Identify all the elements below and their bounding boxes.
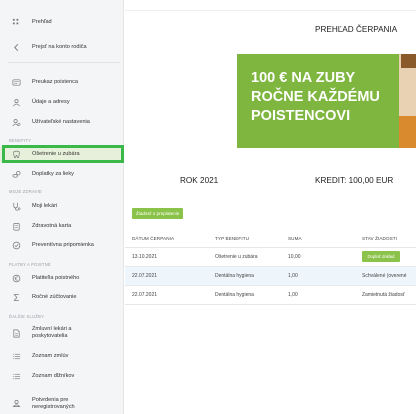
sidebar-item-label: Ročné zúčtovanie <box>32 293 77 300</box>
top-divider <box>125 10 416 11</box>
cell-type: Dentálna hygiena <box>215 292 254 298</box>
sidebar-item-health-card[interactable]: Zdravotná karta <box>0 221 124 231</box>
sidebar-item-personal-data[interactable]: Údaje a adresy <box>0 97 124 107</box>
sidebar-item-drug-copay[interactable]: Doplatky za lieky <box>0 169 124 179</box>
divider <box>8 62 120 63</box>
euro-icon <box>11 273 21 283</box>
column-header-date[interactable]: DÁTUM ČERPANIA <box>132 236 174 241</box>
list-icon <box>11 371 21 381</box>
clipboard-icon <box>11 221 21 231</box>
sidebar-item-label: Užívateľské nastavenia <box>32 118 90 125</box>
year-label: ROK 2021 <box>180 176 219 185</box>
sidebar-item-label: Údaje a adresy <box>32 98 70 105</box>
selection-highlight <box>2 145 124 163</box>
list-icon <box>11 351 21 361</box>
banner-child-hair <box>401 54 416 68</box>
cell-amount: 10,00 <box>288 254 301 260</box>
sidebar-item-label: Platiteľia poistného <box>32 274 80 281</box>
sidebar-item-contract-doctors[interactable]: Zmluvní lekári a poskytovatelia <box>0 325 124 341</box>
sidebar-item-label: Zmluvní lekári a <box>32 326 72 332</box>
sidebar-item-label: Preukaz poistenca <box>32 78 79 85</box>
grid-icon <box>11 17 21 27</box>
cell-amount: 1,00 <box>288 292 298 298</box>
user-doc-icon <box>11 398 21 408</box>
sidebar-item-label: Doplatky za lieky <box>32 170 74 177</box>
user-icon <box>11 97 21 107</box>
cell-type: Ošetrenie u zubára <box>215 254 258 260</box>
cell-amount: 1,00 <box>288 273 298 279</box>
section-heading: BENEFITY <box>9 138 32 143</box>
sidebar-item-label: Zoznam zmlúv <box>32 352 69 359</box>
sidebar-item-annual-settlement[interactable]: Ročné zúčtovanie <box>0 292 124 302</box>
sidebar-item-label-line2: neregistrovaných <box>32 404 75 410</box>
sidebar-item-user-settings[interactable]: Užívateľské nastavenia <box>0 117 124 127</box>
section-heading: ĎALŠIE SLUŽBY <box>9 314 44 319</box>
chevron-left-icon <box>11 42 21 52</box>
user-settings-icon <box>11 117 21 127</box>
section-heading: PLATBY A POISTNÉ <box>9 262 51 267</box>
banner-line-2: ROČNE KAŽDÉMU <box>251 89 380 105</box>
row-divider <box>125 304 416 305</box>
sidebar-item-label: Preventívna pripomienka <box>32 241 94 248</box>
sidebar-item-certificates[interactable]: Potvrdenia pre neregistrovaných <box>0 396 124 412</box>
sidebar-item-contract-list[interactable]: Zoznam zmlúv <box>0 351 124 361</box>
table-row[interactable]: 13.10.2021 Ošetrenie u zubára 10,00 Dopl… <box>125 248 416 266</box>
cell-status: Schválené (overené <box>362 273 407 279</box>
page-title: PREHĽAD ČERPANIA <box>315 25 398 34</box>
column-header-amount[interactable]: SUMA <box>288 236 302 241</box>
sidebar-item-label-line2: poskytovatelia <box>32 333 68 339</box>
shield-check-icon <box>11 240 21 250</box>
sidebar-item-parent-account[interactable]: Prejsť na konto rodiča <box>0 42 124 52</box>
sidebar-item-premium-payer[interactable]: Platiteľia poistného <box>0 273 124 283</box>
column-header-type[interactable]: TYP BENEFITU <box>215 236 249 241</box>
sidebar-item-prevention-reminder[interactable]: Preventívna pripomienka <box>0 240 124 250</box>
add-document-button[interactable]: Doplniť doklad <box>362 251 400 262</box>
banner-text: 100 € NA ZUBY ROČNE KAŽDÉMU POISTENCOVI <box>251 69 380 126</box>
cell-date: 13.10.2021 <box>132 254 158 260</box>
promo-banner[interactable]: 100 € NA ZUBY ROČNE KAŽDÉMU POISTENCOVI <box>237 54 416 148</box>
sidebar-item-debtors-list[interactable]: Zoznam dlžníkov <box>0 371 124 381</box>
cell-status: Zamietnutá žiadosť <box>362 292 405 298</box>
sidebar-item-insurance-card[interactable]: Preukaz poistenca <box>0 77 124 87</box>
table-row[interactable]: 22.07.2021 Dentálna hygiena 1,00 Zamietn… <box>125 286 416 304</box>
sidebar-item-label: Zoznam dlžníkov <box>32 372 75 379</box>
table-row[interactable]: 22.07.2021 Dentálna hygiena 1,00 Schvále… <box>125 267 416 285</box>
cell-date: 22.07.2021 <box>132 273 158 279</box>
cell-date: 22.07.2021 <box>132 292 158 298</box>
sidebar-item-label: Prejsť na konto rodiča <box>32 43 87 50</box>
section-heading: MOJE ZDRAVIE <box>9 189 43 194</box>
card-icon <box>11 77 21 87</box>
banner-line-1: 100 € NA ZUBY <box>251 70 356 86</box>
main-content: PREHĽAD ČERPANIA 100 € NA ZUBY ROČNE KAŽ… <box>125 0 416 414</box>
sidebar-item-label: Zdravotná karta <box>32 222 72 229</box>
pills-icon <box>11 169 21 179</box>
banner-line-3: POISTENCOVI <box>251 108 351 124</box>
sidebar-item-overview[interactable]: Prehľad <box>0 17 124 27</box>
stethoscope-icon <box>11 201 21 211</box>
sidebar-item-label: Potvrdenia pre <box>32 397 69 403</box>
column-header-status[interactable]: STAV ŽIADOSTI <box>362 236 397 241</box>
sum-icon <box>11 292 21 302</box>
refund-request-button[interactable]: Žiadosť o preplatenie <box>132 208 184 219</box>
cell-type: Dentálna hygiena <box>215 273 254 279</box>
document-icon <box>11 328 21 338</box>
sidebar-item-label: Prehľad <box>32 18 52 25</box>
sidebar-item-my-doctors[interactable]: Moji lekári <box>0 201 124 211</box>
credit-label: KREDIT: 100,00 EUR <box>315 176 394 185</box>
sidebar: Prehľad Prejsť na konto rodiča Preukaz p… <box>0 0 124 414</box>
banner-child-shirt <box>399 116 416 148</box>
sidebar-item-label: Moji lekári <box>32 202 58 209</box>
